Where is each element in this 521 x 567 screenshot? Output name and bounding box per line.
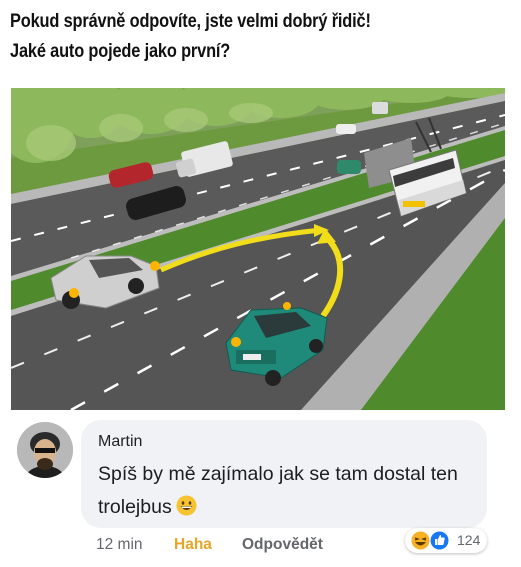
comment-author[interactable]: Martin: [98, 433, 142, 451]
post-headline: Pokud správně odpovíte, jste velmi dobrý…: [10, 6, 434, 66]
headline-line-2: Jaké auto pojede jako první?: [10, 40, 231, 62]
grinning-emoji-icon: [176, 494, 197, 516]
comment-text: Spíš by mě zajímalo jak se tam dostal te…: [98, 458, 478, 524]
headline-line-1: Pokud správně odpovíte, jste velmi dobrý…: [10, 10, 371, 32]
comment-timestamp[interactable]: 12 min: [96, 536, 143, 554]
traffic-illustration: [11, 88, 505, 410]
comment: Martin Spíš by mě zajímalo jak se tam do…: [0, 420, 521, 567]
reactions-summary[interactable]: 124: [405, 528, 487, 553]
reaction-count: 124: [457, 532, 481, 548]
haha-reaction-button[interactable]: Haha: [174, 536, 212, 554]
like-icon: [430, 531, 449, 550]
avatar[interactable]: [17, 422, 73, 478]
reply-button[interactable]: Odpovědět: [242, 536, 323, 554]
haha-icon: [411, 531, 430, 550]
comment-text-body: Spíš by mě zajímalo jak se tam dostal te…: [98, 463, 458, 518]
comment-bubble: Martin Spíš by mě zajímalo jak se tam do…: [81, 420, 487, 528]
